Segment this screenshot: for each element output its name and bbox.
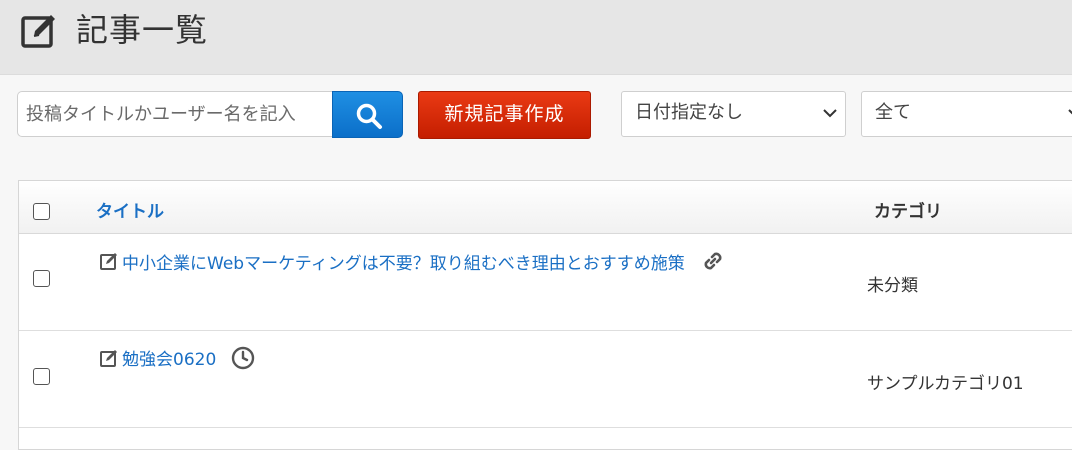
clock-icon xyxy=(232,346,255,369)
chevron-down-icon xyxy=(823,109,837,118)
chevron-down-icon xyxy=(1068,109,1072,115)
search-input[interactable] xyxy=(17,91,332,137)
toolbar: 新規記事作成 日付指定なし 全て xyxy=(0,75,1072,155)
link-icon[interactable] xyxy=(700,248,726,274)
row-checkbox[interactable] xyxy=(33,270,50,287)
edit-icon xyxy=(21,15,55,48)
select-all-checkbox[interactable] xyxy=(33,203,50,220)
post-title: 勉強会0620 xyxy=(122,350,217,370)
date-filter-value: 日付指定なし xyxy=(635,102,743,123)
search-button[interactable] xyxy=(332,91,403,138)
search-icon xyxy=(356,103,382,129)
date-filter-select[interactable]: 日付指定なし xyxy=(621,91,846,137)
table-header: タイトル カテゴリ xyxy=(19,181,1072,234)
status-filter-select[interactable]: 全て xyxy=(861,91,1072,137)
table-row: 勉強会0620 サンプルカテゴリ01 xyxy=(19,331,1072,428)
edit-icon xyxy=(100,253,117,270)
page-title: 記事一覧 xyxy=(76,11,209,49)
row-checkbox[interactable] xyxy=(33,368,50,385)
new-post-button[interactable]: 新規記事作成 xyxy=(418,91,591,139)
column-header-title[interactable]: タイトル xyxy=(96,197,164,222)
posts-table: タイトル カテゴリ 中小企業にWebマーケティングは不要？取り組むべき理由とおす… xyxy=(18,180,1072,450)
page-header: 記事一覧 xyxy=(0,0,1072,75)
table-row: 中小企業にWebマーケティングは不要？取り組むべき理由とおすすめ施策 未分類 xyxy=(19,234,1072,331)
post-category: サンプルカテゴリ01 xyxy=(867,374,1024,394)
edit-icon xyxy=(100,349,117,367)
column-header-category: カテゴリ xyxy=(874,202,942,222)
post-title-link[interactable]: 勉強会0620 xyxy=(99,345,255,370)
post-title: 中小企業にWebマーケティングは不要？取り組むべき理由とおすすめ施策 xyxy=(122,253,685,274)
post-title-link[interactable]: 中小企業にWebマーケティングは不要？取り組むべき理由とおすすめ施策 xyxy=(99,248,726,274)
status-filter-value: 全て xyxy=(875,102,911,123)
post-category: 未分類 xyxy=(867,276,918,296)
